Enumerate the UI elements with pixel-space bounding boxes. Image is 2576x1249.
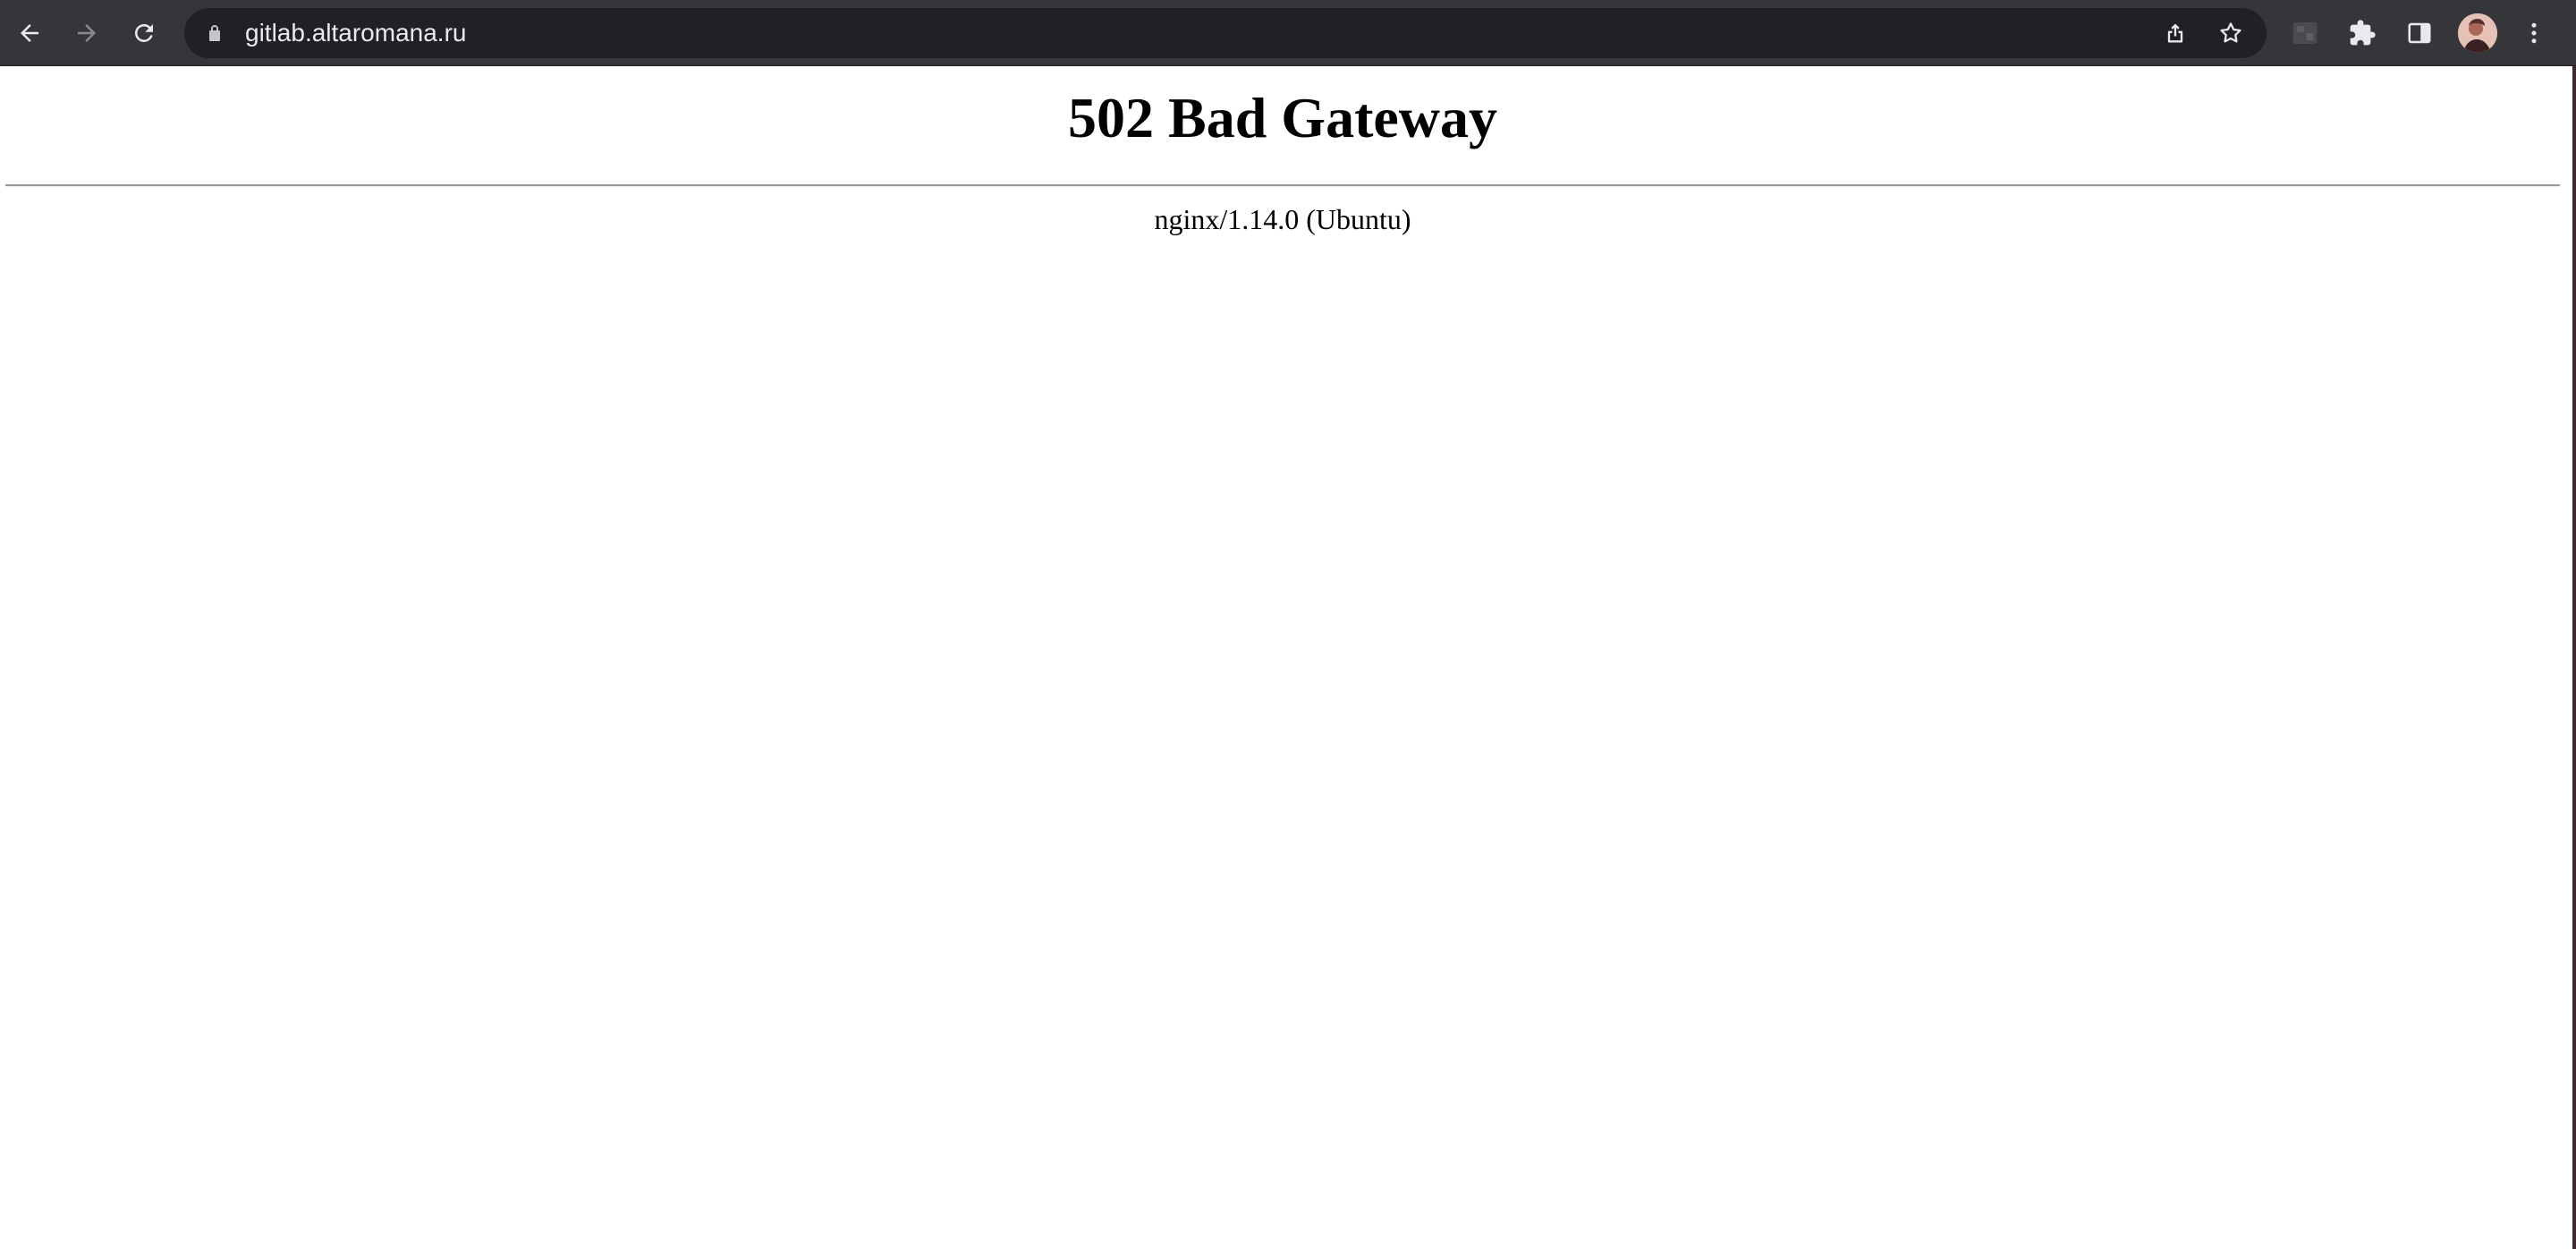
browser-menu-button[interactable]	[2513, 13, 2555, 54]
kebab-menu-icon	[2531, 22, 2537, 44]
back-button[interactable]	[9, 13, 50, 54]
forward-button[interactable]	[66, 13, 107, 54]
arrow-right-icon	[78, 24, 96, 42]
side-panel-icon	[2408, 22, 2431, 44]
page-content: 502 Bad Gateway nginx/1.14.0 (Ubuntu)	[0, 66, 2576, 1249]
reload-button[interactable]	[123, 13, 165, 54]
extension-tile-icon	[2292, 22, 2318, 44]
extension-tile-button[interactable]	[2284, 13, 2326, 54]
side-panel-button[interactable]	[2399, 13, 2440, 54]
divider	[5, 184, 2560, 187]
share-button[interactable]	[2159, 17, 2191, 49]
window-edge	[2572, 66, 2576, 1249]
url-text[interactable]: gitlab.altaromana.ru	[245, 8, 466, 58]
browser-toolbar: gitlab.altaromana.ru	[0, 0, 2576, 66]
profile-photo	[2458, 13, 2497, 53]
address-bar[interactable]: gitlab.altaromana.ru	[184, 8, 2267, 58]
arrow-left-icon	[21, 24, 38, 42]
avatar[interactable]	[2458, 13, 2497, 53]
star-icon	[2220, 22, 2241, 43]
reload-icon	[134, 23, 153, 42]
puzzle-icon	[2350, 20, 2376, 46]
page-title: 502 Bad Gateway	[1068, 86, 1497, 149]
lock-icon[interactable]	[204, 22, 225, 44]
extensions-button[interactable]	[2342, 13, 2383, 54]
share-icon	[2167, 23, 2183, 43]
server-info: nginx/1.14.0 (Ubuntu)	[1154, 203, 1411, 235]
bookmark-button[interactable]	[2215, 17, 2247, 49]
